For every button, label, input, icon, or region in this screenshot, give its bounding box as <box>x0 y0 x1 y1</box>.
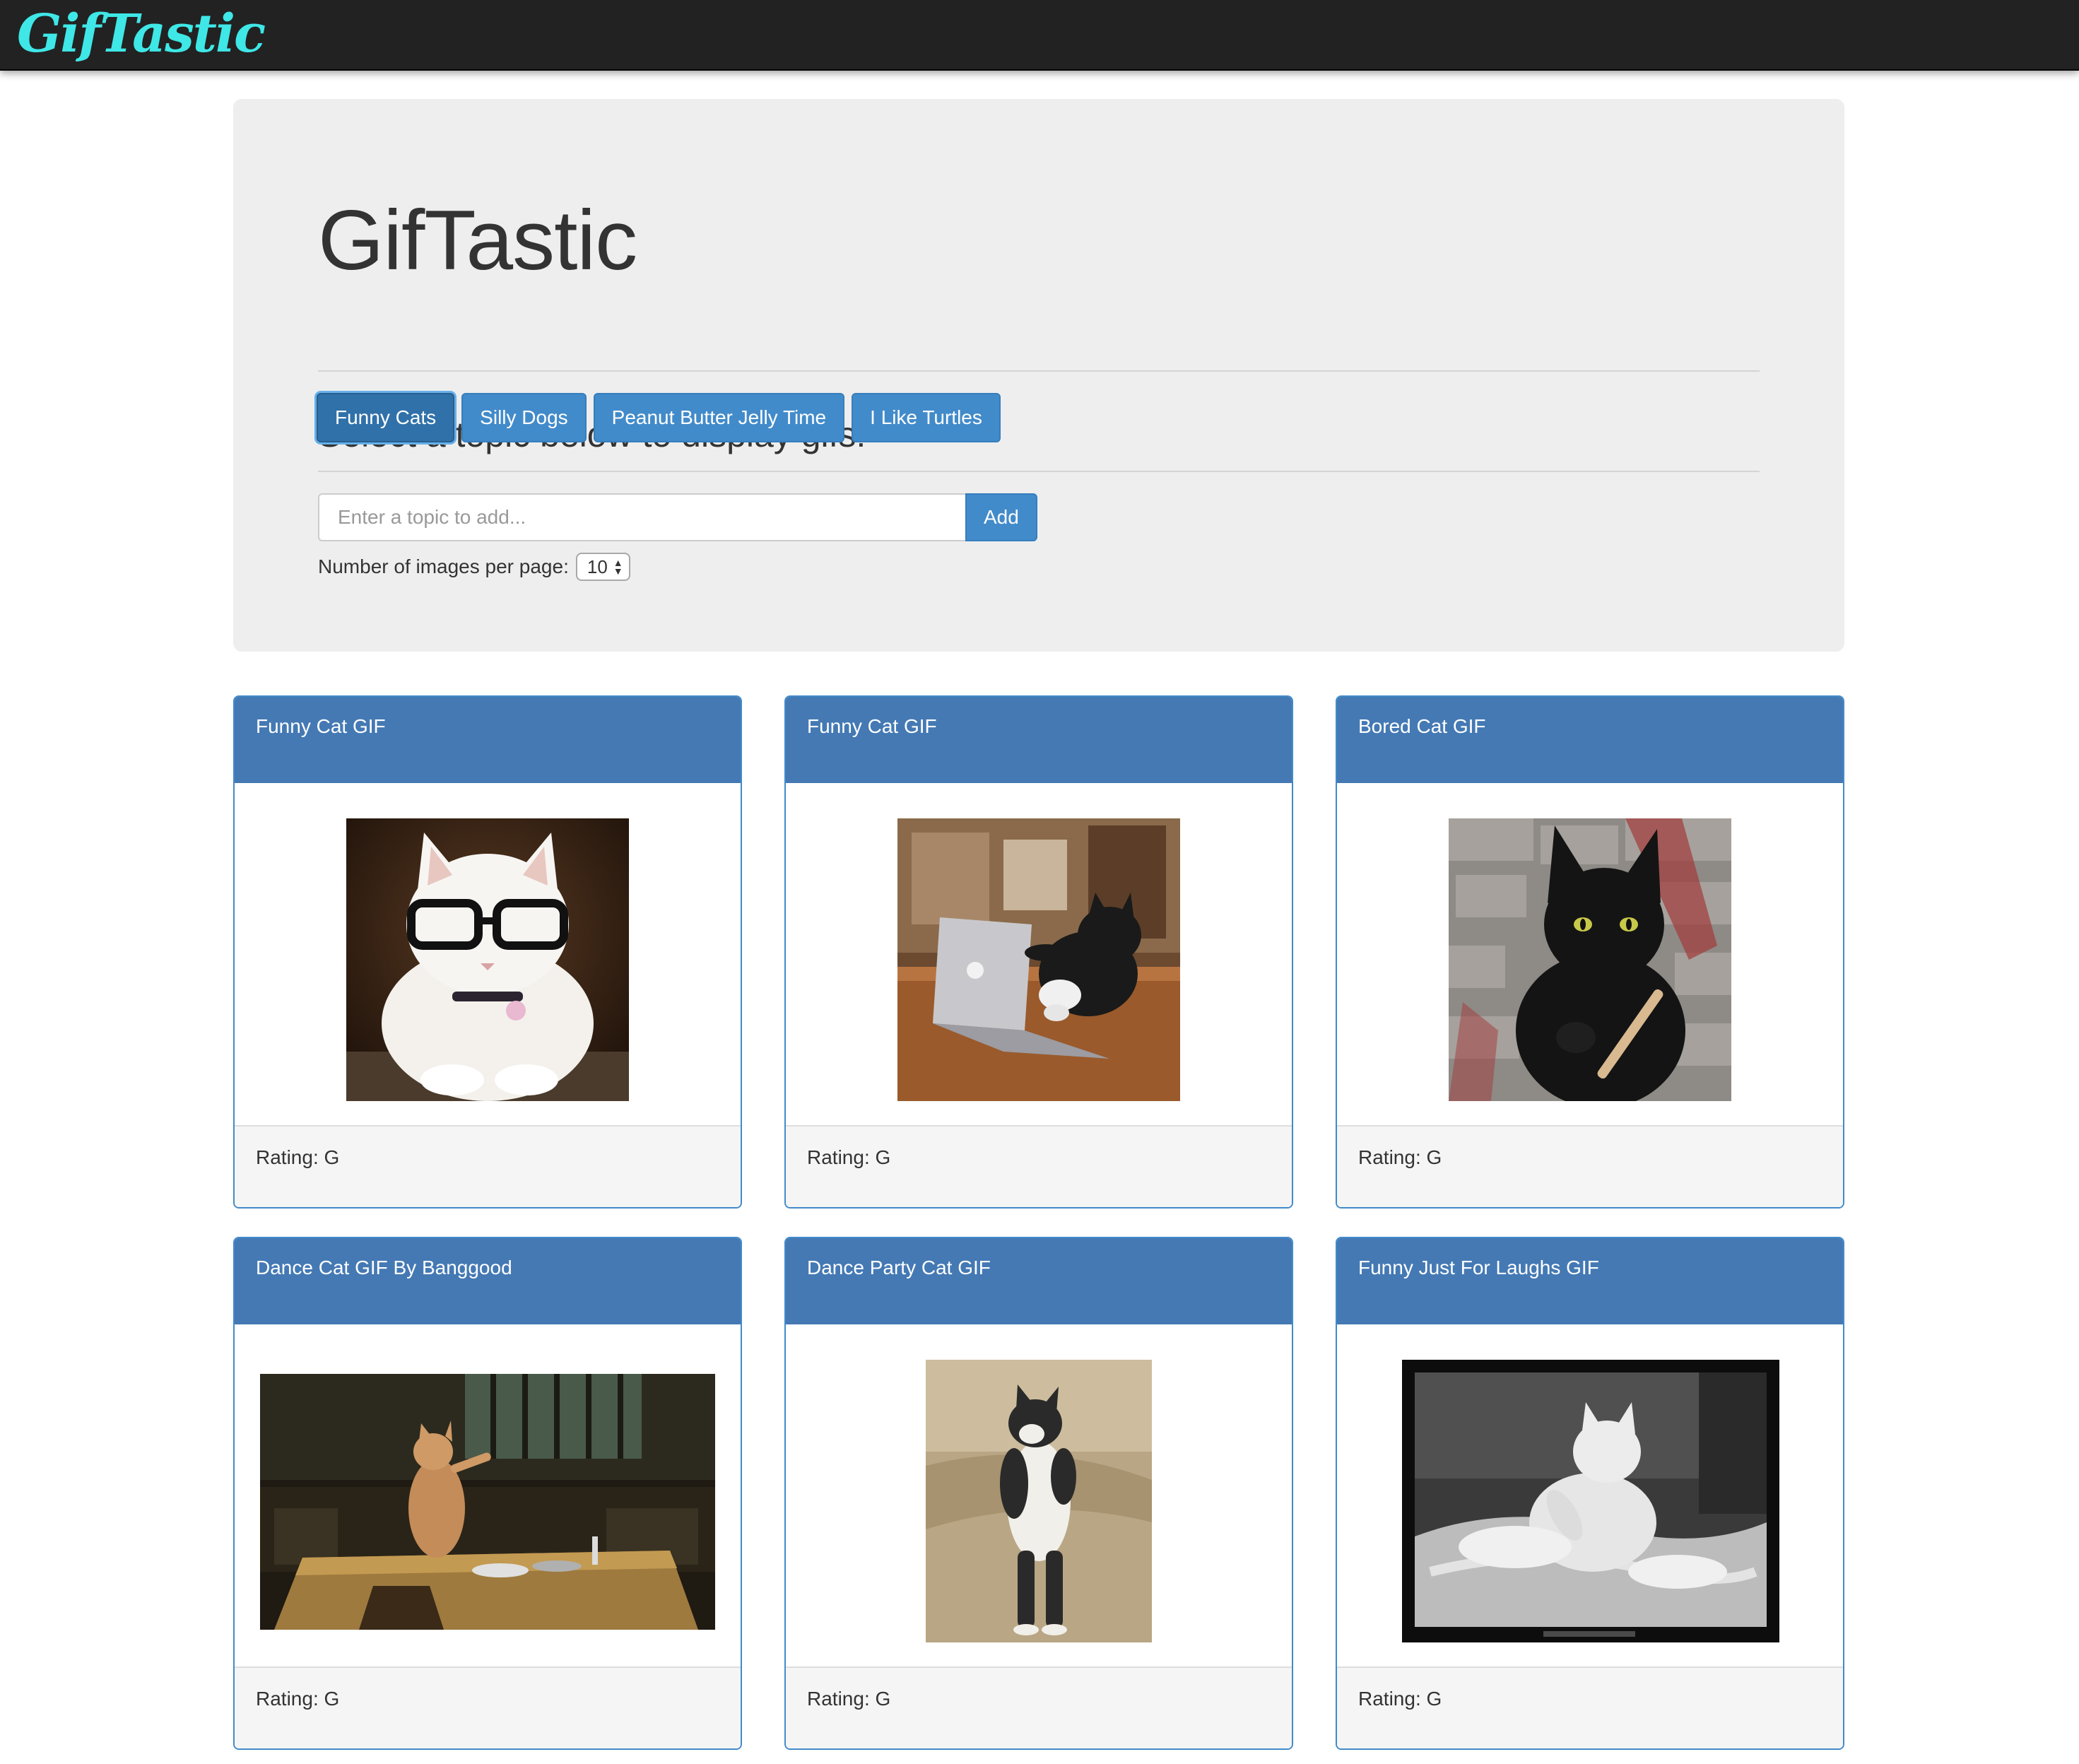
gif-card-rating: Rating: G <box>1337 1666 1843 1748</box>
gif-card-title: Bored Cat GIF <box>1337 697 1843 783</box>
gif-image-cat-on-bed[interactable] <box>1402 1360 1779 1642</box>
gif-card-title: Funny Just For Laughs GIF <box>1337 1238 1843 1324</box>
gif-image-dancing-cat-kitchen-art <box>260 1374 715 1630</box>
topic-button-group: Funny Cats Silly Dogs Peanut Butter Jell… <box>317 393 1001 442</box>
gif-image-black-cat-art <box>1449 818 1731 1101</box>
gif-image-cat-laptop[interactable] <box>897 818 1180 1101</box>
gif-image-standing-cat[interactable] <box>926 1360 1152 1642</box>
gif-card: Dance Cat GIF By Banggood Rating: G <box>233 1237 742 1750</box>
divider <box>318 370 1760 372</box>
gif-image-black-cat[interactable] <box>1449 818 1731 1101</box>
gif-image-standing-cat-art <box>926 1360 1152 1642</box>
select-arrows-icon: ▲ ▼ <box>613 557 623 577</box>
page-title: GifTastic <box>318 193 637 288</box>
gif-card-body <box>235 1324 741 1666</box>
per-page-label: Number of images per page: <box>318 555 569 577</box>
gif-card-rating: Rating: G <box>786 1666 1292 1748</box>
gif-card-rating: Rating: G <box>235 1125 741 1207</box>
gif-card-title: Dance Party Cat GIF <box>786 1238 1292 1324</box>
navbar: GifTastic <box>0 0 2079 71</box>
gif-card-rating: Rating: G <box>786 1125 1292 1207</box>
per-page-selected-value: 10 <box>587 555 608 577</box>
topic-button-silly-dogs[interactable]: Silly Dogs <box>461 393 587 442</box>
per-page-select[interactable]: 10 ▲ ▼ <box>575 553 630 581</box>
gif-card-body <box>1337 783 1843 1125</box>
divider <box>318 471 1760 472</box>
add-topic-form: Add <box>318 493 1037 541</box>
topic-button-peanut-butter-jelly-time[interactable]: Peanut Butter Jelly Time <box>593 393 845 442</box>
gif-image-dancing-cat-kitchen[interactable] <box>260 1374 715 1630</box>
gif-card-body <box>1337 1324 1843 1666</box>
gif-card-title: Funny Cat GIF <box>235 697 741 783</box>
topic-input[interactable] <box>318 493 965 541</box>
gif-card-rating: Rating: G <box>235 1666 741 1748</box>
topic-button-funny-cats[interactable]: Funny Cats <box>317 393 455 442</box>
brand-logo[interactable]: GifTastic <box>17 0 266 68</box>
gif-card-body <box>786 1324 1292 1666</box>
gif-image-cat-on-bed-art <box>1402 1360 1779 1642</box>
gif-card-body <box>235 783 741 1125</box>
topic-button-i-like-turtles[interactable]: I Like Turtles <box>852 393 1001 442</box>
gif-card: Bored Cat GIF Rating: G <box>1336 695 1844 1209</box>
gif-card-rating: Rating: G <box>1337 1125 1843 1207</box>
per-page-control: Number of images per page: 10 ▲ ▼ <box>318 553 630 581</box>
gif-card: Funny Just For Laughs GIF Rating: G <box>1336 1237 1844 1750</box>
gif-card-title: Dance Cat GIF By Banggood <box>235 1238 741 1324</box>
gif-card-title: Funny Cat GIF <box>786 697 1292 783</box>
jumbotron: GifTastic Select a topic below to displa… <box>233 99 1844 652</box>
gif-card: Funny Cat GIF Rating: G <box>233 695 742 1209</box>
gif-image-cat-glasses[interactable] <box>346 818 629 1101</box>
gif-card: Funny Cat GIF Rating: G <box>784 695 1293 1209</box>
gif-image-cat-laptop-art <box>897 818 1180 1101</box>
gif-image-cat-glasses-art <box>346 818 629 1101</box>
gif-card: Dance Party Cat GIF Rating: G <box>784 1237 1293 1750</box>
gif-card-body <box>786 783 1292 1125</box>
add-topic-button[interactable]: Add <box>965 493 1037 541</box>
